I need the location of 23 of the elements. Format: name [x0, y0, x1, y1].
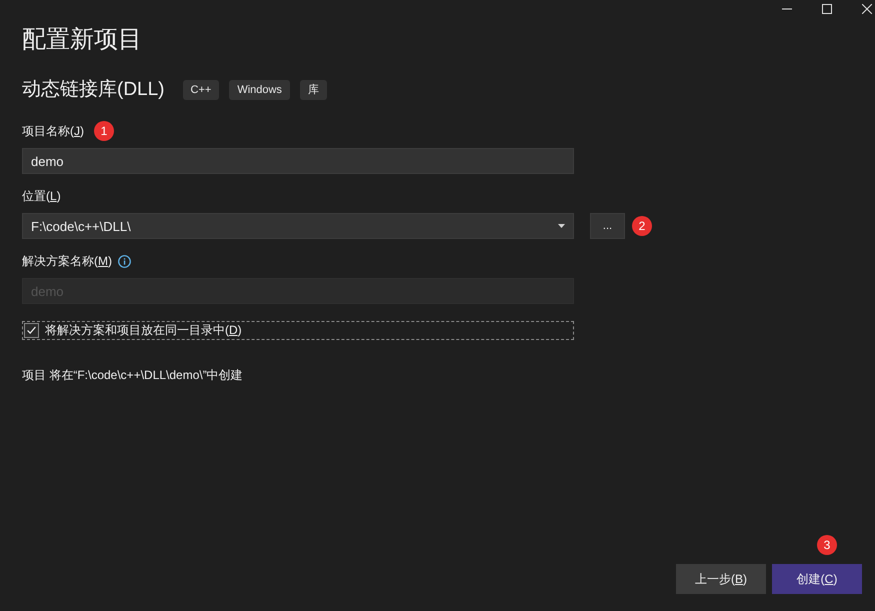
- annotation-marker: 2: [632, 216, 652, 236]
- template-tag: C++: [182, 80, 220, 100]
- field-label: 位置(L): [22, 188, 61, 205]
- text-input[interactable]: demo: [22, 148, 574, 174]
- browse-button[interactable]: ...: [590, 213, 625, 239]
- maximize-icon[interactable]: [822, 4, 832, 14]
- dialog-title: 配置新项目: [22, 25, 142, 55]
- create-button[interactable]: 创建(C): [772, 564, 862, 594]
- checkbox-label: 将解决方案和项目放在同一目录中(D): [45, 322, 242, 339]
- field-label: 项目名称(J): [22, 123, 84, 140]
- close-icon[interactable]: [862, 4, 872, 14]
- location-dropdown[interactable]: F:\code\c++\DLL\: [22, 213, 574, 239]
- same-directory-checkbox[interactable]: 将解决方案和项目放在同一目录中(D): [22, 321, 574, 340]
- template-name: 动态链接库(DLL): [22, 78, 165, 102]
- back-button[interactable]: 上一步(B): [676, 564, 766, 594]
- template-tag: Windows: [229, 80, 290, 100]
- checkbox-icon[interactable]: [24, 323, 39, 338]
- field-label: 解决方案名称(M): [22, 253, 112, 270]
- template-tag: 库: [300, 80, 327, 100]
- caret-icon: [558, 224, 565, 228]
- location-note: 项目 将在“F:\code\c++\DLL\demo\”中创建: [22, 367, 243, 384]
- annotation-marker: 3: [817, 535, 837, 555]
- annotation-marker: 1: [94, 121, 114, 141]
